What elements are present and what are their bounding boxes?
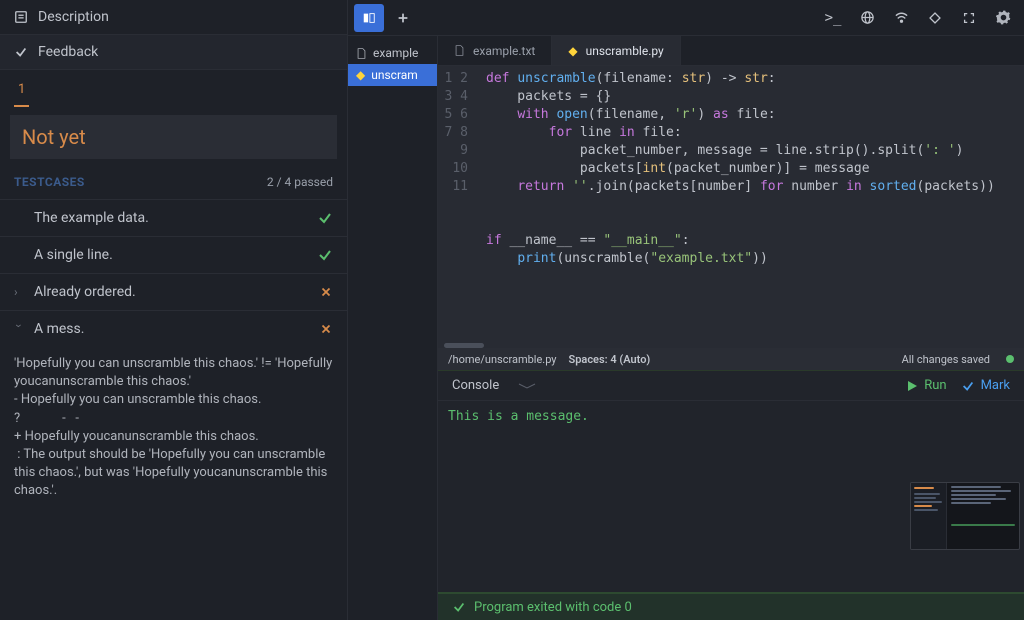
gear-icon[interactable] xyxy=(988,4,1018,32)
mark-label: Mark xyxy=(981,378,1010,393)
file-icon xyxy=(454,45,465,56)
check-icon xyxy=(452,600,466,614)
editor-tabs: example.txt ◆ unscramble.py xyxy=(438,36,1024,66)
file-tree: example ◆ unscram xyxy=(348,36,438,620)
testcases-count: 2 / 4 passed xyxy=(267,175,333,189)
fail-icon xyxy=(319,322,333,336)
console-footer: Program exited with code 0 xyxy=(438,592,1024,620)
pass-icon xyxy=(317,247,333,263)
testcase-name: A mess. xyxy=(34,321,309,337)
file-name: example xyxy=(373,46,418,60)
feedback-row[interactable]: Feedback xyxy=(0,35,347,70)
console-header: Console Run Mark xyxy=(438,371,1024,401)
file-item[interactable]: example xyxy=(348,42,437,64)
testcase-row[interactable]: › Already ordered. xyxy=(0,273,347,310)
testcase-detail: 'Hopefully you can unscramble this chaos… xyxy=(0,347,347,515)
description-icon xyxy=(14,10,28,24)
testcase-row[interactable]: A single line. xyxy=(0,236,347,273)
file-item[interactable]: ◆ unscram xyxy=(348,64,437,86)
line-gutter: 1 2 3 4 5 6 7 8 9 10 11 xyxy=(438,66,478,348)
file-name: unscram xyxy=(371,68,418,82)
saved-indicator: All changes saved xyxy=(902,353,990,366)
diamond-icon[interactable] xyxy=(920,4,950,32)
chevron-right-icon: › xyxy=(14,285,24,299)
tab[interactable]: ◆ unscramble.py xyxy=(552,36,680,65)
code-body[interactable]: def unscramble(filename: str) -> str: pa… xyxy=(478,66,1003,348)
console-title: Console xyxy=(452,378,499,393)
testcase-name: Already ordered. xyxy=(34,284,309,300)
description-label: Description xyxy=(38,9,109,25)
testcase-name: The example data. xyxy=(34,210,307,226)
file-icon xyxy=(356,48,367,59)
description-row[interactable]: Description xyxy=(0,0,347,35)
fullscreen-icon[interactable] xyxy=(954,4,984,32)
horizontal-scrollbar[interactable] xyxy=(444,343,484,348)
tab-label: unscramble.py xyxy=(586,44,664,58)
testcases-header: TESTCASES 2 / 4 passed xyxy=(0,169,347,199)
run-label: Run xyxy=(924,378,946,393)
terminal-icon[interactable]: >_ xyxy=(818,4,848,32)
mark-button[interactable]: Mark xyxy=(961,378,1010,393)
globe-icon[interactable] xyxy=(852,4,882,32)
python-icon: ◆ xyxy=(356,68,365,82)
code-editor[interactable]: 1 2 3 4 5 6 7 8 9 10 11 def unscramble(f… xyxy=(438,66,1024,348)
feedback-label: Feedback xyxy=(38,44,98,60)
minimap[interactable] xyxy=(910,482,1020,550)
wifi-icon[interactable] xyxy=(886,4,916,32)
tab-label: example.txt xyxy=(473,44,535,58)
tab[interactable]: example.txt xyxy=(438,36,552,65)
fail-icon xyxy=(319,285,333,299)
run-button[interactable]: Run xyxy=(906,378,946,393)
topbar: >_ xyxy=(348,0,1024,36)
sidebar: Description Feedback 1 Not yet TESTCASES… xyxy=(0,0,348,620)
step-number[interactable]: 1 xyxy=(14,76,29,107)
testcases-label: TESTCASES xyxy=(14,175,85,189)
status-box: Not yet xyxy=(10,115,337,159)
exit-message: Program exited with code 0 xyxy=(474,600,632,615)
chevron-down-icon: › xyxy=(12,324,26,334)
saved-dot-icon xyxy=(1006,355,1014,363)
collapse-icon[interactable] xyxy=(513,381,892,391)
pass-icon xyxy=(317,210,333,226)
file-path: /home/unscramble.py xyxy=(448,353,557,366)
statusbar: /home/unscramble.py Spaces: 4 (Auto) All… xyxy=(438,348,1024,370)
files-panel-button[interactable] xyxy=(354,4,384,32)
testcase-name: A single line. xyxy=(34,247,307,263)
testcase-row[interactable]: › A mess. xyxy=(0,310,347,347)
new-tab-button[interactable] xyxy=(388,4,418,32)
spaces-indicator[interactable]: Spaces: 4 (Auto) xyxy=(569,353,651,366)
main-pane: >_ example ◆ unscram example.txt xyxy=(348,0,1024,620)
python-icon: ◆ xyxy=(568,44,577,58)
testcase-row[interactable]: The example data. xyxy=(0,199,347,236)
check-icon xyxy=(14,45,28,59)
step-tabs: 1 xyxy=(0,70,347,107)
